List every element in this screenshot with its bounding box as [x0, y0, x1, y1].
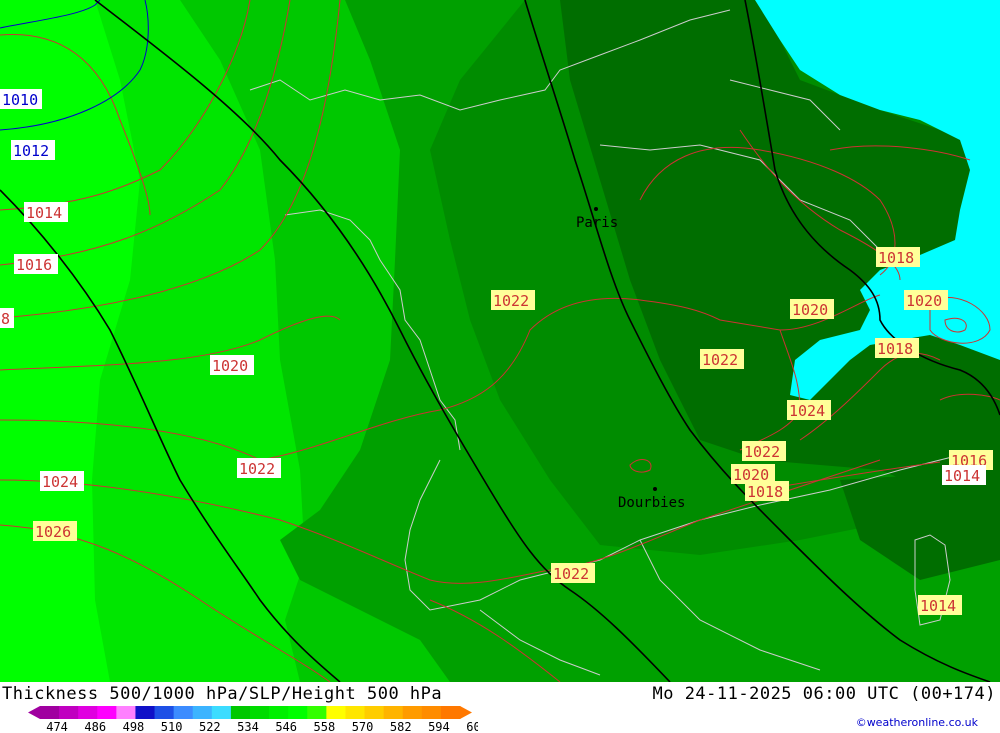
- legend-tick-label: 486: [84, 720, 106, 732]
- pressure-label: 1022: [237, 458, 281, 478]
- legend-swatch: [269, 706, 289, 719]
- pressure-label: 1022: [742, 441, 786, 461]
- svg-text:1020: 1020: [792, 301, 828, 319]
- legend-tick-label: 570: [352, 720, 374, 732]
- legend-swatch: [307, 706, 327, 719]
- svg-text:1014: 1014: [944, 467, 980, 485]
- legend-swatch: [364, 706, 385, 719]
- pressure-label: 1024: [787, 400, 831, 420]
- legend-swatch: [40, 706, 60, 719]
- pressure-label: 1018: [875, 338, 919, 358]
- pressure-label: 1016: [14, 254, 58, 274]
- legend-swatch: [230, 706, 251, 719]
- legend-swatch: [97, 706, 117, 719]
- city-label-dourbies: Dourbies: [618, 495, 685, 511]
- legend-swatch: [211, 706, 232, 719]
- svg-text:1022: 1022: [744, 443, 780, 461]
- svg-text:1022: 1022: [239, 460, 275, 478]
- city-marker-dourbies: [653, 487, 657, 491]
- pressure-label: 1026: [33, 521, 77, 541]
- pressure-label: 8: [0, 308, 14, 328]
- pressure-label: 1014: [918, 595, 962, 615]
- legend-swatch: [250, 706, 270, 719]
- map-title: Thickness 500/1000 hPa/SLP/Height 500 hP…: [2, 684, 443, 704]
- legend-swatch: [326, 706, 346, 719]
- credit-text: ©weatheronline.co.uk: [855, 716, 978, 729]
- city-label-paris: Paris: [576, 215, 618, 231]
- legend-tick-label: 522: [199, 720, 221, 732]
- legend-ticks: 474 486 498 510 522 534 546 558 570 582 594 606: [46, 720, 478, 732]
- pressure-label: 1022: [700, 349, 744, 369]
- legend-swatch: [192, 706, 213, 719]
- legend-swatch: [135, 706, 156, 719]
- svg-text:1022: 1022: [493, 292, 529, 310]
- legend-swatch: [421, 706, 442, 719]
- svg-text:1010: 1010: [2, 91, 38, 109]
- svg-text:1026: 1026: [35, 523, 71, 541]
- svg-text:1018: 1018: [747, 483, 783, 501]
- legend-tick-label: 582: [390, 720, 412, 732]
- svg-text:1022: 1022: [553, 565, 589, 583]
- pressure-label: 1020: [210, 355, 254, 375]
- svg-text:1024: 1024: [42, 473, 78, 491]
- legend-swatch: [402, 706, 423, 719]
- svg-text:1018: 1018: [878, 249, 914, 267]
- svg-text:1014: 1014: [920, 597, 956, 615]
- legend-swatch: [440, 706, 461, 719]
- legend-tick-label: 558: [314, 720, 336, 732]
- pressure-label: 1018: [745, 481, 789, 501]
- legend-tick-label: 534: [237, 720, 259, 732]
- legend-arrow-left: [28, 706, 40, 719]
- pressure-label: 1020: [904, 290, 948, 310]
- pressure-label: 1014: [942, 465, 986, 485]
- legend-tick-label: 498: [123, 720, 145, 732]
- legend-tick-label: 474: [46, 720, 68, 732]
- pressure-label: 1022: [551, 563, 595, 583]
- pressure-label: 1024: [40, 471, 84, 491]
- legend-arrow-right: [460, 706, 472, 719]
- svg-text:1016: 1016: [16, 256, 52, 274]
- svg-text:1020: 1020: [212, 357, 248, 375]
- svg-text:1020: 1020: [906, 292, 942, 310]
- svg-text:1022: 1022: [702, 351, 738, 369]
- svg-text:1024: 1024: [789, 402, 825, 420]
- legend-swatch: [345, 706, 366, 719]
- pressure-label: 1010: [0, 89, 42, 109]
- city-marker-paris: [594, 207, 598, 211]
- svg-text:1018: 1018: [877, 340, 913, 358]
- legend-swatch: [288, 706, 308, 719]
- legend-swatch: [116, 706, 136, 719]
- svg-text:8: 8: [1, 310, 10, 328]
- legend-swatch: [59, 706, 79, 719]
- svg-text:1014: 1014: [26, 204, 62, 222]
- pressure-label: 1022: [491, 290, 535, 310]
- weather-map: 1010 1012 1014 1016 8 1020 1022 1024 102…: [0, 0, 1000, 682]
- pressure-label: 1012: [11, 140, 55, 160]
- legend-swatch: [173, 706, 194, 719]
- pressure-label: 1014: [24, 202, 68, 222]
- legend-swatch: [78, 706, 98, 719]
- legend-swatch: [383, 706, 404, 719]
- color-legend: 474 486 498 510 522 534 546 558 570 582 594 606: [28, 706, 478, 732]
- map-footer: Thickness 500/1000 hPa/SLP/Height 500 hP…: [0, 682, 1000, 733]
- legend-tick-label: 546: [275, 720, 297, 732]
- legend-swatch: [154, 706, 175, 719]
- legend-swatches: [28, 706, 472, 719]
- legend-tick-label: 606: [466, 720, 478, 732]
- pressure-label: 1020: [790, 299, 834, 319]
- map-datetime: Mo 24-11-2025 06:00 UTC (00+174): [652, 684, 996, 704]
- legend-tick-label: 594: [428, 720, 450, 732]
- pressure-label: 1018: [876, 247, 920, 267]
- svg-text:1012: 1012: [13, 142, 49, 160]
- legend-tick-label: 510: [161, 720, 183, 732]
